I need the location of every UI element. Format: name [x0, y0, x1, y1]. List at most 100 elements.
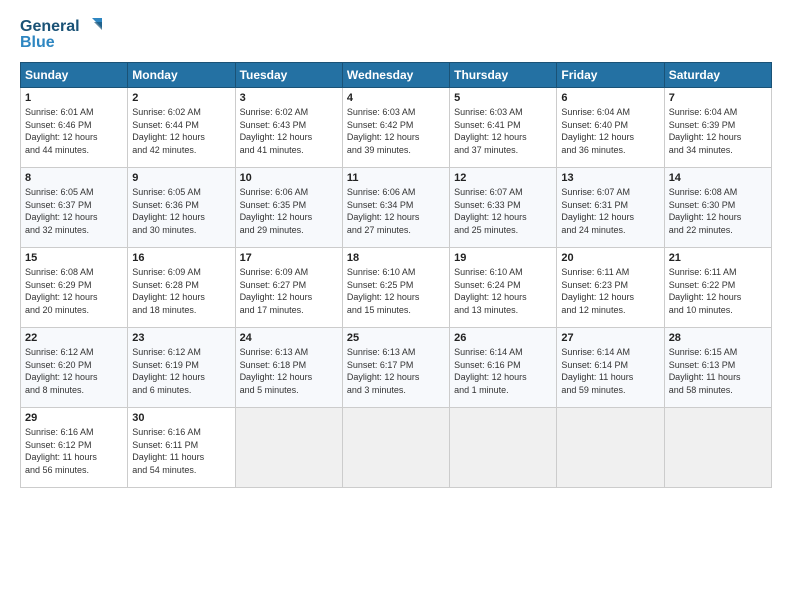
day-info: Sunrise: 6:04 AM Sunset: 6:39 PM Dayligh… [669, 106, 767, 156]
col-header-thursday: Thursday [450, 63, 557, 88]
day-cell: 25Sunrise: 6:13 AM Sunset: 6:17 PM Dayli… [342, 328, 449, 408]
day-cell: 1 Sunrise: 6:01 AM Sunset: 6:46 PM Daylig… [21, 88, 128, 168]
day-info: Sunrise: 6:03 AM Sunset: 6:41 PM Dayligh… [454, 106, 552, 156]
day-number: 17 [240, 252, 338, 264]
day-cell: 12 Sunrise: 6:07 AM Sunset: 6:33 PM Dayli… [450, 168, 557, 248]
day-cell: 24 Sunrise: 6:13 AM Sunset: 6:18 PM Dayli… [235, 328, 342, 408]
day-number: 30 [132, 412, 230, 424]
col-header-friday: Friday [557, 63, 664, 88]
day-number: 9 [132, 172, 230, 184]
day-info: Sunrise: 6:02 AM Sunset: 6:43 PM Dayligh… [240, 106, 338, 156]
week-row-2: 8 Sunrise: 6:05 AM Sunset: 6:37 PM Daylig… [21, 168, 772, 248]
col-header-tuesday: Tuesday [235, 63, 342, 88]
day-cell: 9 Sunrise: 6:05 AM Sunset: 6:36 PM Daylig… [128, 168, 235, 248]
logo-arrow-icon [82, 16, 104, 38]
header-row: SundayMondayTuesdayWednesdayThursdayFrid… [21, 63, 772, 88]
day-cell: 27Sunrise: 6:14 AM Sunset: 6:14 PM Dayli… [557, 328, 664, 408]
week-row-4: 22 Sunrise: 6:12 AM Sunset: 6:20 PM Dayli… [21, 328, 772, 408]
day-cell [342, 408, 449, 488]
day-number: 23 [132, 332, 230, 344]
day-number: 3 [240, 92, 338, 104]
day-info: Sunrise: 6:12 AM Sunset: 6:19 PM Dayligh… [132, 346, 230, 396]
day-cell: 11 Sunrise: 6:06 AM Sunset: 6:34 PM Dayli… [342, 168, 449, 248]
day-info: Sunrise: 6:09 AM Sunset: 6:27 PM Dayligh… [240, 266, 338, 316]
day-cell: 10Sunrise: 6:06 AM Sunset: 6:35 PM Dayli… [235, 168, 342, 248]
day-cell: 3 Sunrise: 6:02 AM Sunset: 6:43 PM Daylig… [235, 88, 342, 168]
day-number: 6 [561, 92, 659, 104]
day-number: 28 [669, 332, 767, 344]
day-info: Sunrise: 6:16 AM Sunset: 6:12 PM Dayligh… [25, 426, 123, 476]
day-info: Sunrise: 6:08 AM Sunset: 6:30 PM Dayligh… [669, 186, 767, 236]
day-cell: 30 Sunrise: 6:16 AM Sunset: 6:11 PM Dayli… [128, 408, 235, 488]
day-number: 26 [454, 332, 552, 344]
day-cell: 6 Sunrise: 6:04 AM Sunset: 6:40 PM Daylig… [557, 88, 664, 168]
day-cell: 23 Sunrise: 6:12 AM Sunset: 6:19 PM Dayli… [128, 328, 235, 408]
day-cell: 17 Sunrise: 6:09 AM Sunset: 6:27 PM Dayli… [235, 248, 342, 328]
day-cell: 19 Sunrise: 6:10 AM Sunset: 6:24 PM Dayli… [450, 248, 557, 328]
day-number: 18 [347, 252, 445, 264]
day-info: Sunrise: 6:10 AM Sunset: 6:24 PM Dayligh… [454, 266, 552, 316]
day-number: 16 [132, 252, 230, 264]
day-cell [664, 408, 771, 488]
col-header-saturday: Saturday [664, 63, 771, 88]
day-number: 1 [25, 92, 123, 104]
day-cell [235, 408, 342, 488]
day-info: Sunrise: 6:13 AM Sunset: 6:18 PM Dayligh… [240, 346, 338, 396]
day-cell [450, 408, 557, 488]
logo-blue: Blue [20, 34, 55, 52]
day-number: 11 [347, 172, 445, 184]
day-cell: 15Sunrise: 6:08 AM Sunset: 6:29 PM Dayli… [21, 248, 128, 328]
day-info: Sunrise: 6:11 AM Sunset: 6:23 PM Dayligh… [561, 266, 659, 316]
day-number: 14 [669, 172, 767, 184]
day-cell: 8 Sunrise: 6:05 AM Sunset: 6:37 PM Daylig… [21, 168, 128, 248]
day-info: Sunrise: 6:15 AM Sunset: 6:13 PM Dayligh… [669, 346, 767, 396]
day-cell: 13Sunrise: 6:07 AM Sunset: 6:31 PM Dayli… [557, 168, 664, 248]
day-info: Sunrise: 6:13 AM Sunset: 6:17 PM Dayligh… [347, 346, 445, 396]
day-number: 22 [25, 332, 123, 344]
day-cell: 26 Sunrise: 6:14 AM Sunset: 6:16 PM Dayli… [450, 328, 557, 408]
day-number: 29 [25, 412, 123, 424]
day-number: 21 [669, 252, 767, 264]
header: General Blue [20, 16, 772, 52]
day-info: Sunrise: 6:04 AM Sunset: 6:40 PM Dayligh… [561, 106, 659, 156]
day-number: 2 [132, 92, 230, 104]
day-cell: 2 Sunrise: 6:02 AM Sunset: 6:44 PM Daylig… [128, 88, 235, 168]
day-number: 4 [347, 92, 445, 104]
col-header-wednesday: Wednesday [342, 63, 449, 88]
day-info: Sunrise: 6:06 AM Sunset: 6:34 PM Dayligh… [347, 186, 445, 236]
day-info: Sunrise: 6:09 AM Sunset: 6:28 PM Dayligh… [132, 266, 230, 316]
day-info: Sunrise: 6:07 AM Sunset: 6:33 PM Dayligh… [454, 186, 552, 236]
day-info: Sunrise: 6:16 AM Sunset: 6:11 PM Dayligh… [132, 426, 230, 476]
day-number: 27 [561, 332, 659, 344]
day-info: Sunrise: 6:11 AM Sunset: 6:22 PM Dayligh… [669, 266, 767, 316]
day-info: Sunrise: 6:02 AM Sunset: 6:44 PM Dayligh… [132, 106, 230, 156]
day-cell: 29 Sunrise: 6:16 AM Sunset: 6:12 PM Dayli… [21, 408, 128, 488]
day-cell: 16 Sunrise: 6:09 AM Sunset: 6:28 PM Dayli… [128, 248, 235, 328]
day-info: Sunrise: 6:05 AM Sunset: 6:36 PM Dayligh… [132, 186, 230, 236]
day-cell: 20 Sunrise: 6:11 AM Sunset: 6:23 PM Dayli… [557, 248, 664, 328]
day-info: Sunrise: 6:01 AM Sunset: 6:46 PM Dayligh… [25, 106, 123, 156]
day-number: 12 [454, 172, 552, 184]
day-number: 7 [669, 92, 767, 104]
day-number: 10 [240, 172, 338, 184]
day-cell: 28 Sunrise: 6:15 AM Sunset: 6:13 PM Dayli… [664, 328, 771, 408]
week-row-3: 15Sunrise: 6:08 AM Sunset: 6:29 PM Dayli… [21, 248, 772, 328]
logo: General Blue [20, 16, 104, 52]
col-header-monday: Monday [128, 63, 235, 88]
day-info: Sunrise: 6:03 AM Sunset: 6:42 PM Dayligh… [347, 106, 445, 156]
day-number: 5 [454, 92, 552, 104]
day-info: Sunrise: 6:14 AM Sunset: 6:16 PM Dayligh… [454, 346, 552, 396]
day-info: Sunrise: 6:12 AM Sunset: 6:20 PM Dayligh… [25, 346, 123, 396]
week-row-1: 1 Sunrise: 6:01 AM Sunset: 6:46 PM Daylig… [21, 88, 772, 168]
logo-text-block: General Blue [20, 16, 104, 52]
day-number: 19 [454, 252, 552, 264]
day-info: Sunrise: 6:05 AM Sunset: 6:37 PM Dayligh… [25, 186, 123, 236]
day-cell: 5 Sunrise: 6:03 AM Sunset: 6:41 PM Daylig… [450, 88, 557, 168]
week-row-5: 29 Sunrise: 6:16 AM Sunset: 6:12 PM Dayli… [21, 408, 772, 488]
day-number: 8 [25, 172, 123, 184]
day-cell: 21 Sunrise: 6:11 AM Sunset: 6:22 PM Dayli… [664, 248, 771, 328]
day-number: 24 [240, 332, 338, 344]
day-number: 20 [561, 252, 659, 264]
day-number: 15 [25, 252, 123, 264]
page: General Blue SundayMondayTuesdayWednesda… [0, 0, 792, 498]
